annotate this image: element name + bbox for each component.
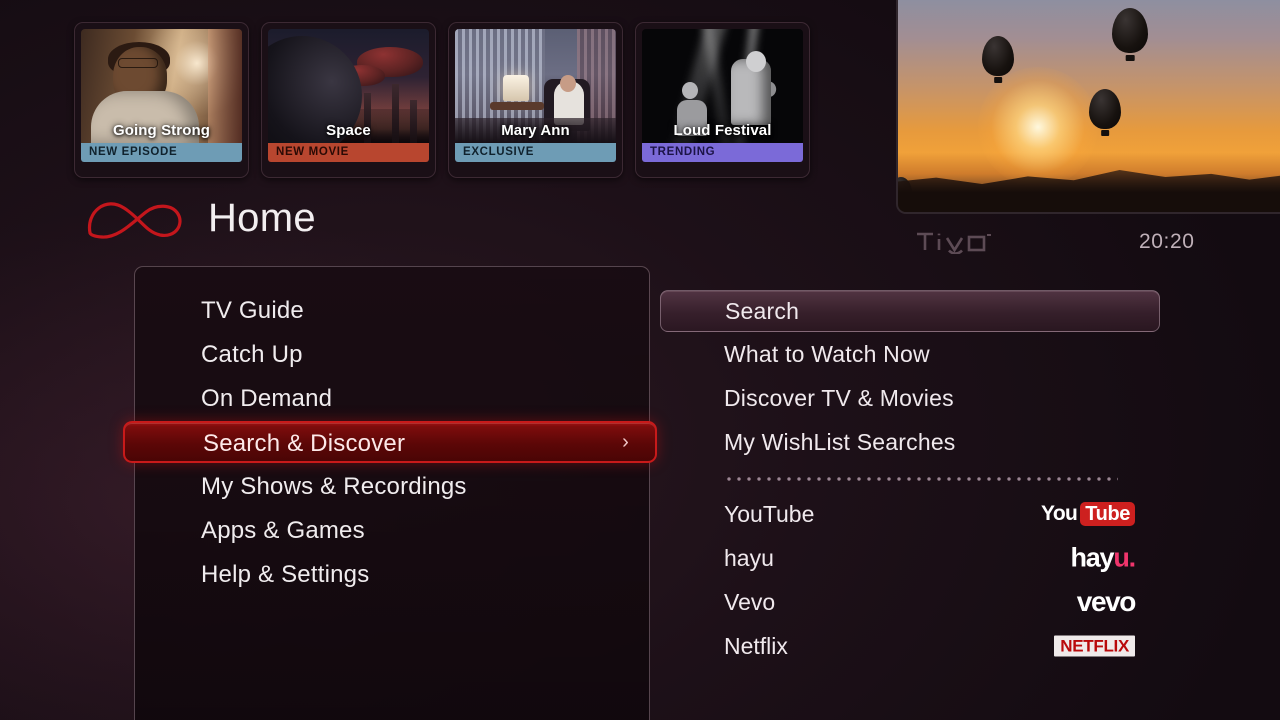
hot-air-balloon-icon bbox=[1111, 8, 1148, 54]
carousel-tile[interactable]: Going Strong NEW EPISODE bbox=[74, 22, 249, 178]
tile-badge: EXCLUSIVE bbox=[455, 143, 616, 162]
app-label: Netflix bbox=[724, 633, 788, 659]
chevron-right-icon: › bbox=[622, 431, 629, 453]
video-preview-window[interactable] bbox=[896, 0, 1280, 214]
tile-title: Going Strong bbox=[112, 122, 210, 139]
submenu-item-label: What to Watch Now bbox=[724, 341, 930, 367]
submenu-item-label: My WishList Searches bbox=[724, 429, 956, 455]
tivo-infinity-logo-icon bbox=[87, 202, 182, 239]
tivo-home-screen: Going Strong NEW EPISODE Space NEW MOVIE… bbox=[0, 0, 1280, 720]
app-label: Vevo bbox=[724, 589, 776, 615]
submenu-item-my-wishlist-searches[interactable]: My WishList Searches bbox=[660, 420, 1160, 464]
app-row-hayu[interactable]: hayu hay u. bbox=[660, 536, 1160, 580]
brand-row: Home bbox=[84, 192, 316, 244]
menu-item-label: On Demand bbox=[201, 385, 333, 412]
main-menu-panel: TV Guide Catch Up On Demand My Shows & R… bbox=[123, 266, 657, 720]
carousel-tile[interactable]: Space NEW MOVIE bbox=[261, 22, 436, 178]
submenu-item-discover-tv-movies[interactable]: Discover TV & Movies bbox=[660, 376, 1160, 420]
hot-air-balloon-icon bbox=[1089, 89, 1121, 130]
clock: 20:20 bbox=[1139, 230, 1195, 253]
tile-artwork-going-strong: Going Strong bbox=[81, 29, 242, 143]
submenu-panel: Search What to Watch Now Discover TV & M… bbox=[660, 290, 1160, 668]
hot-air-balloon-icon bbox=[982, 36, 1015, 77]
menu-item-on-demand[interactable]: On Demand bbox=[135, 377, 649, 421]
menu-item-label: Search & Discover bbox=[203, 430, 406, 457]
carousel-tile[interactable]: Mary Ann EXCLUSIVE bbox=[448, 22, 623, 178]
submenu-item-label: Discover TV & Movies bbox=[724, 385, 954, 411]
netflix-logo-wrapper: NETFLIX bbox=[1054, 635, 1135, 657]
carousel-tile[interactable]: Loud Festival TRENDING bbox=[635, 22, 810, 178]
tile-badge: TRENDING bbox=[642, 143, 803, 162]
dotted-divider bbox=[724, 476, 1118, 482]
tile-badge: NEW EPISODE bbox=[81, 143, 242, 162]
menu-item-label: Help & Settings bbox=[201, 561, 370, 588]
hayu-logo-icon: hay u. bbox=[1070, 542, 1136, 573]
menu-item-search-discover[interactable]: Search & Discover › bbox=[123, 421, 657, 463]
app-row-youtube[interactable]: YouTube You Tube bbox=[660, 492, 1160, 536]
menu-item-label: Apps & Games bbox=[201, 517, 365, 544]
menu-item-label: My Shows & Recordings bbox=[201, 473, 467, 500]
app-label: YouTube bbox=[724, 501, 815, 527]
vevo-logo-icon: vevo bbox=[1076, 586, 1137, 617]
sun bbox=[978, 66, 1099, 187]
page-title: Home bbox=[208, 196, 316, 240]
submenu-item-what-to-watch-now[interactable]: What to Watch Now bbox=[660, 332, 1160, 376]
menu-item-tv-guide[interactable]: TV Guide bbox=[135, 289, 649, 333]
submenu-item-label: Search bbox=[725, 298, 800, 324]
tile-badge: NEW MOVIE bbox=[268, 143, 429, 162]
featured-carousel: Going Strong NEW EPISODE Space NEW MOVIE… bbox=[74, 22, 810, 178]
app-row-vevo[interactable]: Vevo vevo bbox=[660, 580, 1160, 624]
menu-item-my-shows-recordings[interactable]: My Shows & Recordings bbox=[135, 465, 649, 509]
menu-item-catch-up[interactable]: Catch Up bbox=[135, 333, 649, 377]
menu-item-apps-games[interactable]: Apps & Games bbox=[135, 509, 649, 553]
tile-title: Loud Festival bbox=[673, 122, 772, 139]
submenu-item-search[interactable]: Search bbox=[660, 290, 1160, 332]
tile-artwork-mary-ann: Mary Ann bbox=[455, 29, 616, 143]
app-label: hayu bbox=[724, 545, 774, 571]
menu-item-help-settings[interactable]: Help & Settings bbox=[135, 553, 649, 597]
tile-title: Mary Ann bbox=[501, 122, 570, 139]
tivo-wordmark-icon bbox=[917, 232, 991, 254]
tile-title: Space bbox=[326, 122, 371, 139]
menu-item-label: Catch Up bbox=[201, 341, 303, 368]
menu-item-label: TV Guide bbox=[201, 297, 304, 324]
app-row-netflix[interactable]: Netflix NETFLIX bbox=[660, 624, 1160, 668]
netflix-logo-icon: NETFLIX bbox=[1054, 635, 1135, 657]
youtube-logo-icon: You Tube bbox=[1041, 492, 1135, 536]
tile-artwork-loud-festival: Loud Festival bbox=[642, 29, 803, 143]
tile-artwork-space: Space bbox=[268, 29, 429, 143]
